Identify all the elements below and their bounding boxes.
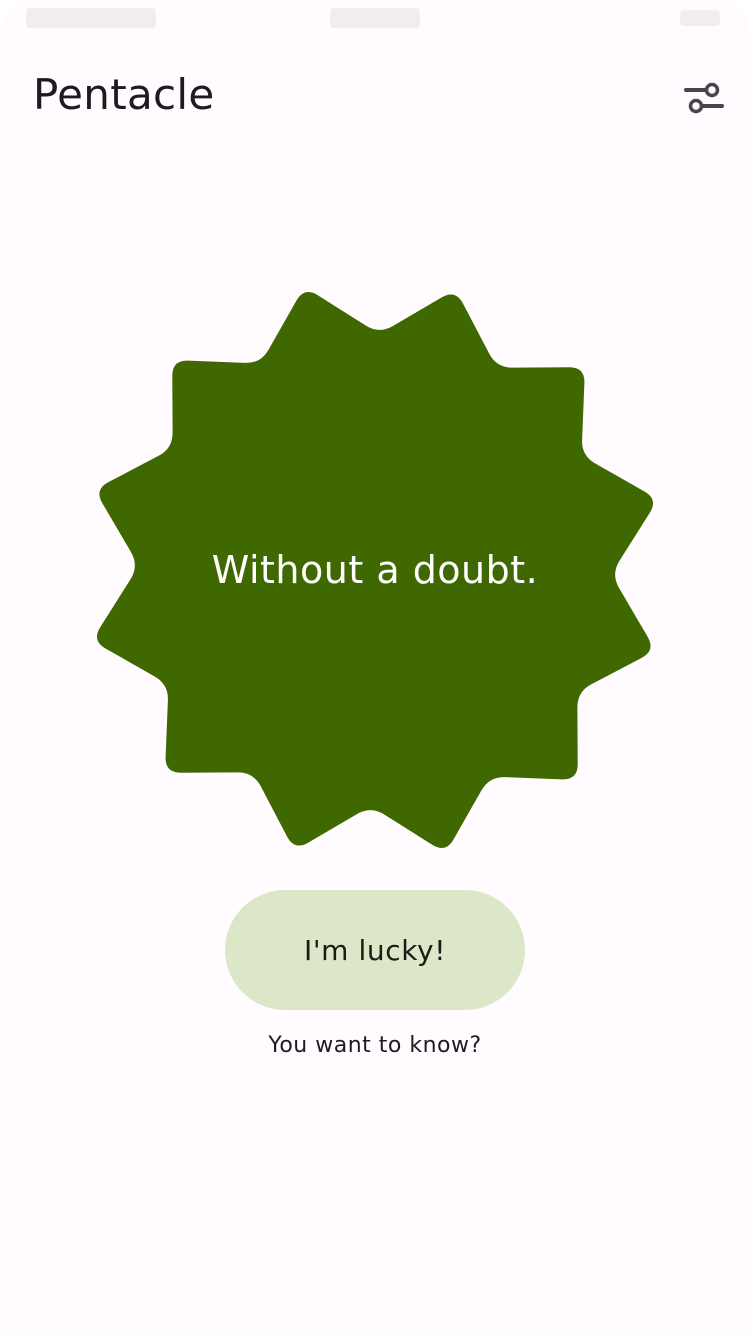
- top-app-bar: Pentacle: [0, 60, 750, 140]
- settings-button[interactable]: [672, 66, 736, 130]
- tune-sliders-icon: [684, 82, 724, 114]
- hint-text: You want to know?: [268, 1033, 482, 1058]
- battery-icon: [680, 10, 720, 26]
- answer-shape[interactable]: Without a doubt.: [80, 275, 670, 865]
- status-bar: [0, 0, 750, 40]
- app-screen: Pentacle Without a doubt. I'm lucky! You…: [0, 0, 750, 1334]
- app-title: Pentacle: [33, 70, 215, 119]
- status-clock: [330, 8, 420, 28]
- answer-text: Without a doubt.: [211, 548, 539, 592]
- im-lucky-button[interactable]: I'm lucky!: [225, 890, 525, 1010]
- status-carrier: [26, 8, 156, 28]
